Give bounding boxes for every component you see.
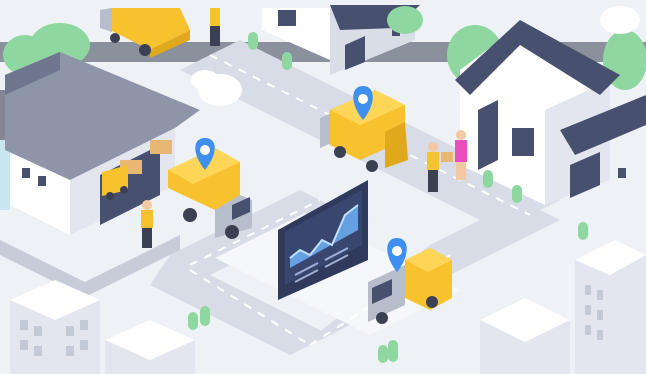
customer — [455, 130, 467, 180]
office-building-left — [10, 280, 100, 374]
delivery-worker-top — [210, 8, 220, 46]
delivery-logistics-illustration — [0, 0, 646, 374]
scene-svg — [0, 0, 646, 374]
tree — [387, 6, 423, 34]
delivery-worker-warehouse — [141, 200, 153, 248]
